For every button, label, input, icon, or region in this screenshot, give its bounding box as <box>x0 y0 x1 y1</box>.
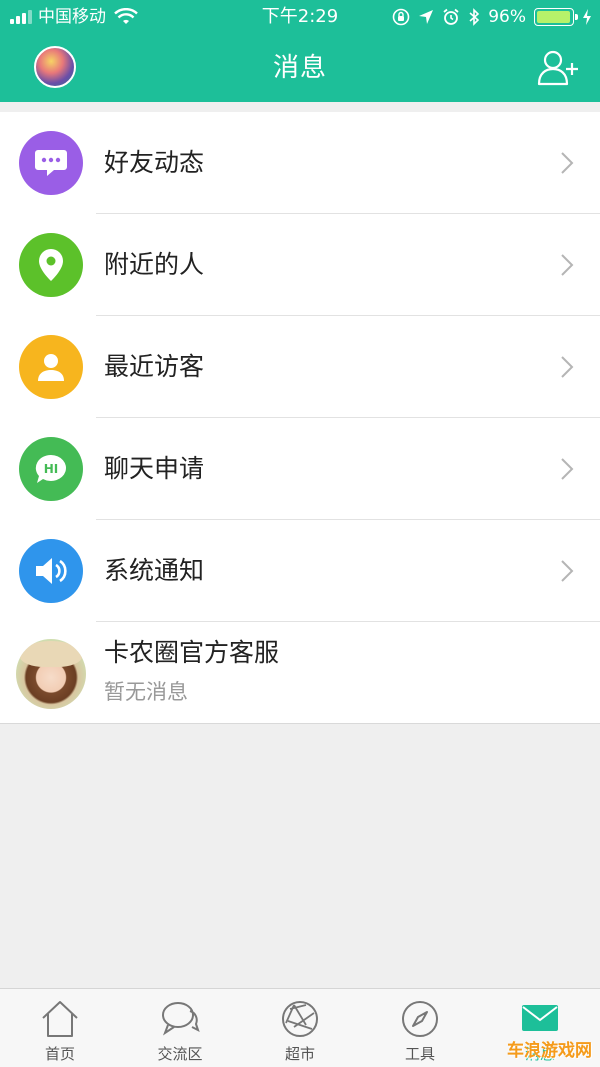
bluetooth-icon <box>469 8 480 26</box>
message-list: 好友动态 附近的人 最近访客 HI 聊天申请 系统通知 卡农圈官方客服 暂无消息 <box>0 112 600 724</box>
compass-icon <box>402 1001 438 1037</box>
hi-bubble-icon: HI <box>35 454 66 483</box>
tab-market[interactable]: 超市 <box>240 989 360 1067</box>
speaker-icon <box>36 558 67 584</box>
chat-bubble-icon <box>35 150 67 176</box>
list-item-label: 系统通知 <box>104 556 205 585</box>
nearby-icon-bg <box>19 233 83 297</box>
chevron-right-icon <box>561 458 574 480</box>
list-item-friend-updates[interactable]: 好友动态 <box>0 112 600 214</box>
tab-label: 超市 <box>284 1045 315 1063</box>
list-item-nearby-people[interactable]: 附近的人 <box>0 214 600 316</box>
battery-fill <box>537 11 570 23</box>
status-right: 96% <box>392 0 592 34</box>
tab-label: 交流区 <box>157 1045 203 1063</box>
charging-icon <box>583 9 591 25</box>
chevron-right-icon <box>561 560 574 582</box>
chevron-right-icon <box>561 356 574 378</box>
tab-label: 工具 <box>404 1045 435 1063</box>
home-icon <box>42 1001 78 1037</box>
avatar-hat <box>20 641 82 667</box>
list-item-recent-visitors[interactable]: 最近访客 <box>0 316 600 418</box>
tab-home[interactable]: 首页 <box>0 989 120 1067</box>
chevron-right-icon <box>561 152 574 174</box>
add-friend-icon[interactable] <box>536 48 580 88</box>
battery-icon <box>534 8 578 26</box>
list-item-label: 最近访客 <box>104 352 205 381</box>
visitors-icon-bg <box>19 335 83 399</box>
service-avatar <box>16 639 86 709</box>
system-notice-icon-bg <box>19 539 83 603</box>
aperture-icon <box>282 1001 318 1037</box>
chevron-right-icon <box>561 254 574 276</box>
nav-bar: 消息 <box>0 34 600 102</box>
friend-updates-icon-bg <box>19 131 83 195</box>
list-item-chat-requests[interactable]: HI 聊天申请 <box>0 418 600 520</box>
chat-icon <box>162 1002 200 1036</box>
list-item-label: 好友动态 <box>104 148 205 177</box>
tab-label: 首页 <box>44 1045 75 1063</box>
list-item-label: 附近的人 <box>104 250 205 279</box>
watermark: 车浪游戏网 <box>507 1041 592 1061</box>
tab-tools[interactable]: 工具 <box>360 989 480 1067</box>
battery-percent: 96% <box>488 7 526 27</box>
list-item-official-service[interactable]: 卡农圈官方客服 暂无消息 <box>0 622 600 724</box>
page-title: 消息 <box>272 53 327 83</box>
location-arrow-icon <box>419 10 434 24</box>
status-bar: 中国移动 下午2:29 96% <box>0 0 600 34</box>
chat-request-icon-bg: HI <box>19 437 83 501</box>
header: 中国移动 下午2:29 96% 消息 <box>0 0 600 102</box>
alarm-icon <box>443 8 459 25</box>
list-item-system-notice[interactable]: 系统通知 <box>0 520 600 622</box>
list-bottom-border <box>0 723 600 724</box>
rotation-lock-icon <box>392 8 410 26</box>
location-pin-icon <box>39 249 63 281</box>
service-subtitle: 暂无消息 <box>104 680 188 704</box>
mail-icon <box>522 1005 558 1031</box>
list-item-label: 聊天申请 <box>104 454 205 483</box>
service-name: 卡农圈官方客服 <box>104 638 280 667</box>
hi-text: HI <box>44 462 59 476</box>
tab-forum[interactable]: 交流区 <box>120 989 240 1067</box>
person-icon <box>38 354 64 381</box>
